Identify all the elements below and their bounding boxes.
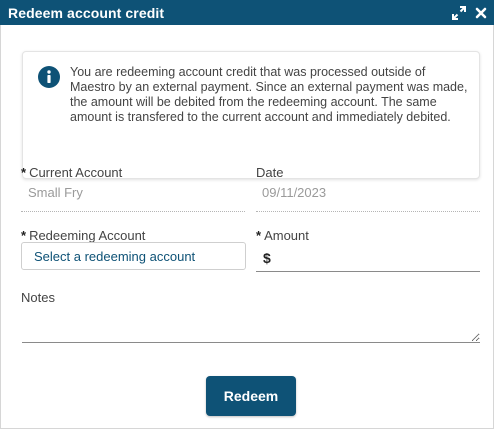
expand-icon[interactable]: [452, 5, 466, 20]
required-marker: *: [21, 165, 27, 180]
redeeming-account-label-text: Redeeming Account: [29, 228, 146, 243]
amount-field[interactable]: $: [256, 244, 480, 272]
notes-label: Notes: [21, 290, 55, 305]
dialog-title: Redeem account credit: [8, 4, 165, 21]
info-message-text: You are redeeming account credit that wa…: [70, 65, 468, 124]
date-label: Date: [256, 165, 284, 180]
amount-input[interactable]: [276, 245, 467, 270]
close-icon[interactable]: [474, 6, 488, 20]
required-marker: *: [256, 228, 262, 243]
redeeming-account-select[interactable]: Select a redeeming account: [21, 242, 246, 270]
redeem-button[interactable]: Redeem: [206, 376, 296, 416]
required-marker: *: [21, 228, 27, 243]
date-value: 09/11/2023: [262, 185, 327, 200]
amount-label-text: Amount: [264, 228, 309, 243]
amount-label: * Amount: [256, 228, 309, 243]
info-message-box: You are redeeming account credit that wa…: [22, 51, 480, 179]
current-account-underline: [21, 211, 245, 212]
date-underline: [256, 211, 480, 212]
currency-symbol: $: [263, 249, 271, 266]
dialog-body: You are redeeming account credit that wa…: [0, 25, 494, 429]
current-account-label: * Current Account: [21, 165, 122, 180]
dialog-titlebar: Redeem account credit: [0, 0, 494, 25]
redeeming-account-label: * Redeeming Account: [21, 228, 145, 243]
info-icon: [38, 66, 60, 88]
notes-textarea[interactable]: [22, 310, 480, 343]
window-controls: [452, 5, 488, 20]
current-account-value: Small Fry: [28, 185, 83, 200]
current-account-label-text: Current Account: [29, 165, 123, 180]
